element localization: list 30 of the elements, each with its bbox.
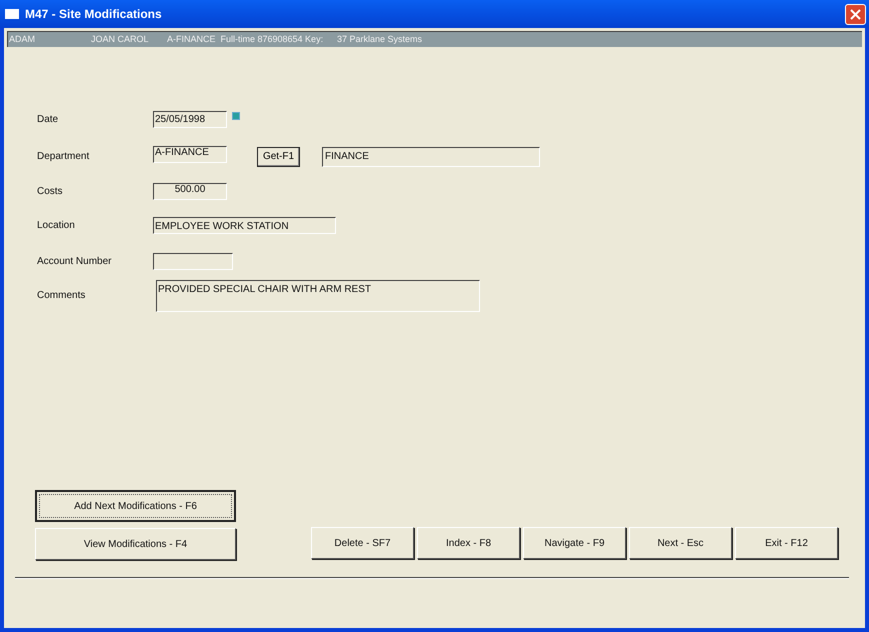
window-icon <box>5 9 19 19</box>
field-label: Location <box>37 219 76 233</box>
action-button[interactable]: Exit - F12 <box>735 527 838 559</box>
input-field[interactable]: 25/05/1998 <box>153 111 227 128</box>
field-label: Date <box>37 113 60 127</box>
close-icon <box>850 8 861 20</box>
info-text: 37 Parklane Systems <box>336 32 422 46</box>
action-button[interactable]: Next - Esc <box>629 527 732 559</box>
field-label: Department <box>37 150 90 164</box>
input-field[interactable]: A-FINANCE <box>153 146 227 163</box>
input-field[interactable]: EMPLOYEE WORK STATION <box>153 217 336 234</box>
info-text: JOAN CAROL <box>90 32 150 46</box>
info-text: ADAM <box>8 32 36 46</box>
input-field[interactable]: 500.00 <box>153 183 227 200</box>
close-button[interactable] <box>845 4 866 24</box>
field-label: Account Number <box>37 255 112 269</box>
calendar-icon[interactable] <box>232 112 240 120</box>
get-button[interactable]: Get-F1 <box>257 146 300 166</box>
info-text: A-FINANCE Full-time 876908654 Key: <box>166 32 324 46</box>
action-button[interactable]: Add Next Modifications - F6 <box>35 490 236 522</box>
action-button[interactable]: Navigate - F9 <box>523 527 626 559</box>
input-field[interactable]: FINANCE <box>322 146 540 166</box>
input-field[interactable]: PROVIDED SPECIAL CHAIR WITH ARM REST <box>156 280 480 312</box>
input-field[interactable] <box>153 253 233 270</box>
field-label: Costs <box>37 185 64 199</box>
action-button[interactable]: View Modifications - F4 <box>35 528 236 560</box>
action-button[interactable]: Delete - SF7 <box>311 527 414 559</box>
action-button[interactable]: Index - F8 <box>417 527 520 559</box>
field-label: Comments <box>37 289 86 303</box>
window-title: M47 - Site Modifications <box>25 6 162 23</box>
